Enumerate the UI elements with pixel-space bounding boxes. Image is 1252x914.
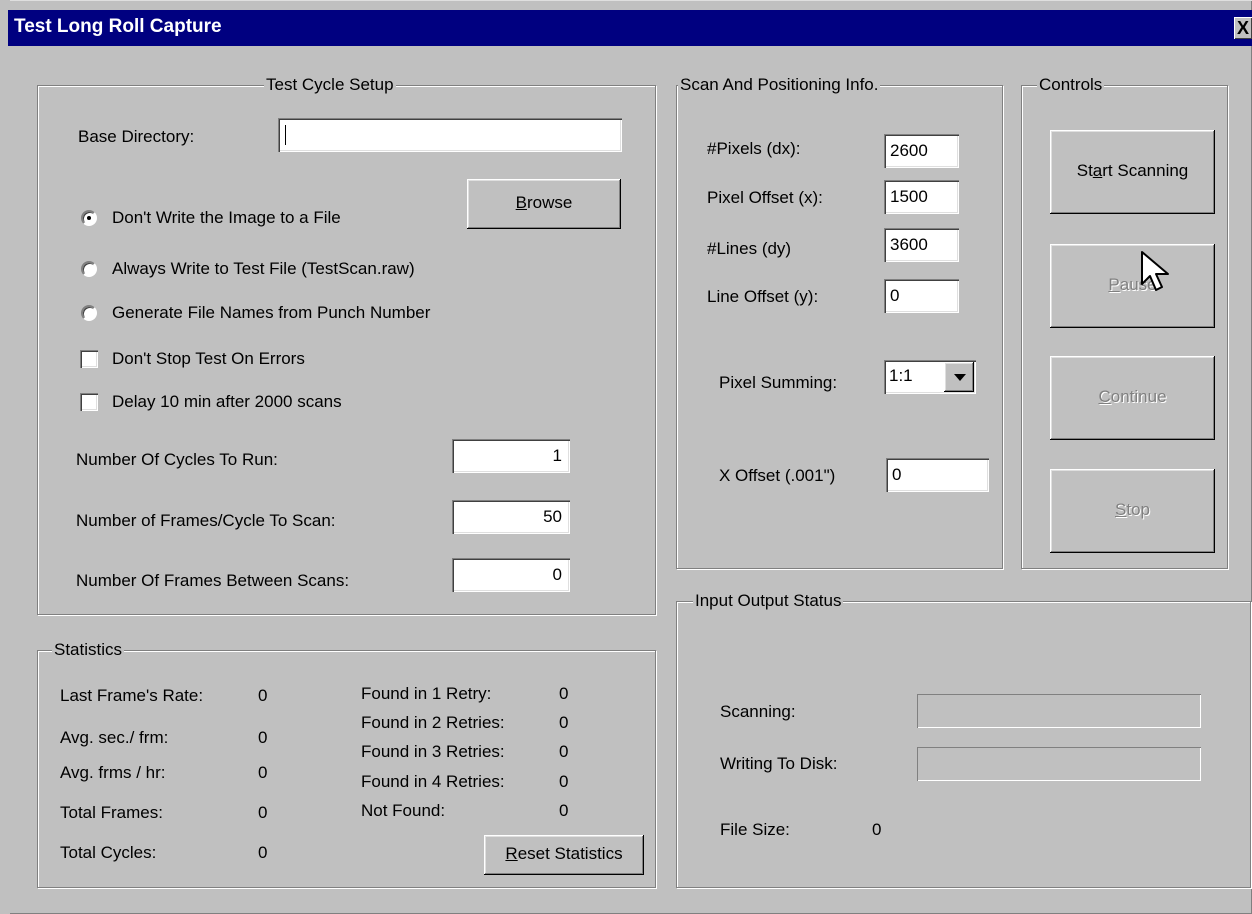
lines-input[interactable]: 3600: [884, 228, 959, 262]
radio-punch-number-label[interactable]: Generate File Names from Punch Number: [112, 302, 430, 324]
between-label: Number Of Frames Between Scans:: [76, 571, 350, 590]
test-cycle-setup-title: Test Cycle Setup: [264, 74, 396, 96]
x-offset-label: X Offset (.001"): [719, 466, 836, 485]
mouse-cursor-icon: [1141, 251, 1169, 291]
radio-punch-number[interactable]: [81, 305, 97, 321]
checkbox-delay[interactable]: [80, 393, 98, 411]
total-cycles-value: 0: [258, 843, 268, 862]
checkbox-dont-stop[interactable]: [80, 350, 98, 368]
continue-label-mnemonic: C: [1098, 387, 1111, 406]
retry4-value: 0: [559, 772, 569, 791]
avg-frms-label: Avg. frms / hr:: [60, 763, 166, 782]
continue-button[interactable]: Continue: [1050, 356, 1215, 440]
dialog-window: Test Long Roll Capture X Test Cycle Setu…: [0, 0, 1252, 914]
reset-statistics-button[interactable]: Reset Statistics: [484, 835, 644, 875]
last-rate-label: Last Frame's Rate:: [60, 686, 204, 705]
scanning-progress-bar: [917, 694, 1201, 728]
total-cycles-label: Total Cycles:: [60, 843, 157, 862]
pixels-input[interactable]: 2600: [884, 134, 959, 168]
statistics-group: Statistics Last Frame's Rate: 0 Avg. sec…: [37, 639, 656, 888]
browse-label-mnemonic: B: [515, 193, 527, 212]
frames-label: Number of Frames/Cycle To Scan:: [76, 511, 336, 530]
cycles-label: Number Of Cycles To Run:: [76, 450, 278, 469]
io-status-title: Input Output Status: [693, 590, 844, 612]
stop-button[interactable]: Stop: [1050, 469, 1215, 553]
browse-button[interactable]: Browse: [467, 179, 621, 229]
total-frames-label: Total Frames:: [60, 803, 163, 822]
close-button[interactable]: X: [1234, 17, 1252, 39]
pixel-summing-value: 1:1: [889, 366, 913, 385]
text-caret: [285, 125, 286, 145]
radio-always-write-label[interactable]: Always Write to Test File (TestScan.raw): [112, 258, 415, 280]
io-status-group: Input Output Status Scanning: Writing To…: [676, 590, 1251, 888]
lines-label: #Lines (dy): [707, 239, 792, 258]
start-label-mnemonic: a: [1092, 161, 1103, 180]
scan-info-group: Scan And Positioning Info. #Pixels (dx):…: [676, 74, 1003, 569]
radio-dont-write[interactable]: [81, 210, 97, 226]
window-left-edge: [0, 0, 10, 914]
controls-title: Controls: [1037, 74, 1105, 96]
last-rate-value: 0: [258, 686, 268, 705]
stop-label-mnemonic: S: [1115, 500, 1127, 519]
avg-frms-value: 0: [258, 763, 268, 782]
base-directory-input[interactable]: [278, 118, 622, 152]
window-title: Test Long Roll Capture: [14, 16, 222, 37]
line-offset-label: Line Offset (y):: [707, 287, 819, 306]
browse-label: rowse: [526, 193, 573, 212]
stop-label: top: [1126, 500, 1150, 519]
checkbox-delay-label[interactable]: Delay 10 min after 2000 scans: [112, 391, 342, 413]
statistics-title: Statistics: [52, 639, 125, 661]
retry2-value: 0: [559, 713, 569, 732]
pixel-offset-label: Pixel Offset (x):: [707, 188, 823, 207]
file-size-label: File Size:: [720, 820, 790, 839]
total-frames-value: 0: [258, 803, 268, 822]
pixel-summing-select[interactable]: 1:1: [884, 360, 976, 394]
continue-label: ontinue: [1110, 387, 1167, 406]
pixels-label: #Pixels (dx):: [707, 139, 801, 158]
retry4-label: Found in 4 Retries:: [361, 772, 505, 791]
pause-button[interactable]: Pause: [1050, 244, 1215, 328]
title-bar[interactable]: Test Long Roll Capture X: [8, 10, 1252, 46]
reset-label: eset Statistics: [517, 844, 623, 863]
controls-group: Controls Start Scanning Pause Continue S…: [1021, 74, 1228, 569]
chevron-down-icon[interactable]: [944, 362, 974, 392]
pixel-summing-label: Pixel Summing:: [719, 373, 838, 392]
scanning-label: Scanning:: [720, 702, 796, 721]
pause-label-mnemonic: P: [1108, 275, 1120, 294]
base-directory-label: Base Directory:: [78, 127, 195, 146]
start-scanning-button[interactable]: Start Scanning: [1050, 130, 1215, 214]
retry2-label: Found in 2 Retries:: [361, 713, 505, 732]
retry1-value: 0: [559, 684, 569, 703]
avg-sec-label: Avg. sec./ frm:: [60, 728, 169, 747]
x-offset-input[interactable]: 0: [886, 458, 989, 492]
not-found-value: 0: [559, 801, 569, 820]
retry3-label: Found in 3 Retries:: [361, 742, 505, 761]
test-cycle-setup-group: Test Cycle Setup Base Directory: Browse …: [37, 74, 656, 615]
retry1-label: Found in 1 Retry:: [361, 684, 492, 703]
file-size-value: 0: [872, 820, 882, 839]
reset-label-mnemonic: R: [505, 844, 518, 863]
close-icon: X: [1236, 18, 1249, 38]
radio-always-write[interactable]: [81, 261, 97, 277]
not-found-label: Not Found:: [361, 801, 446, 820]
checkbox-dont-stop-label[interactable]: Don't Stop Test On Errors: [112, 348, 305, 370]
start-label-pre: St: [1076, 161, 1093, 180]
cycles-input[interactable]: 1: [452, 439, 570, 473]
between-input[interactable]: 0: [452, 558, 570, 592]
line-offset-input[interactable]: 0: [884, 279, 959, 313]
avg-sec-value: 0: [258, 728, 268, 747]
pixel-offset-input[interactable]: 1500: [884, 180, 959, 214]
writing-progress-bar: [917, 747, 1201, 781]
writing-label: Writing To Disk:: [720, 754, 838, 773]
start-label-post: rt Scanning: [1102, 161, 1189, 180]
frames-input[interactable]: 50: [452, 500, 570, 534]
scan-info-title: Scan And Positioning Info.: [678, 74, 881, 96]
radio-dont-write-label[interactable]: Don't Write the Image to a File: [112, 207, 341, 229]
retry3-value: 0: [559, 742, 569, 761]
